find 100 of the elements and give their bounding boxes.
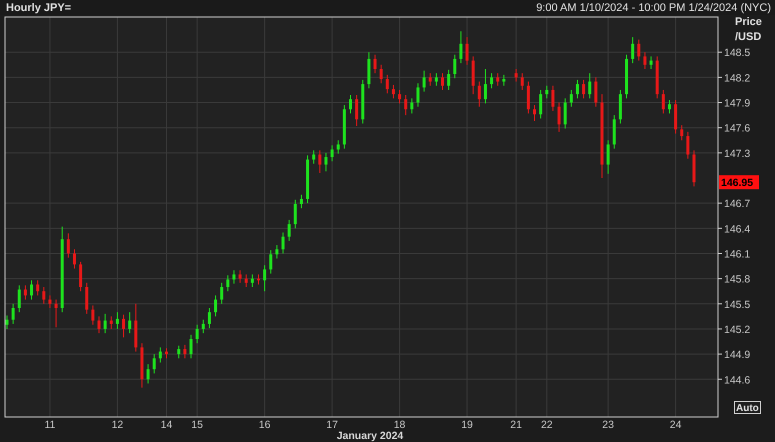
candlestick (618, 89, 622, 124)
candlestick (164, 348, 168, 359)
candlestick (72, 248, 76, 270)
candlestick (558, 102, 561, 132)
candlestick (275, 244, 278, 259)
candlestick (158, 346, 162, 363)
x-axis-label: January 2024 (336, 430, 404, 442)
candlestick (208, 307, 211, 329)
candlestick (582, 79, 586, 99)
candlestick (459, 30, 462, 64)
candlestick (263, 264, 266, 292)
candlestick (612, 114, 616, 150)
candlestick (318, 150, 322, 174)
candlestick (342, 104, 346, 150)
candlestick (48, 294, 52, 308)
candlestick (380, 64, 383, 84)
x-tick-label: 23 (602, 419, 614, 431)
candlestick (526, 81, 530, 114)
candlestick (502, 74, 506, 86)
candlestick (24, 284, 27, 300)
candlestick (324, 152, 328, 172)
candlestick (190, 334, 193, 359)
candlestick (539, 89, 542, 119)
candlestick (232, 270, 236, 284)
candlestick (110, 316, 113, 330)
candlestick (686, 131, 690, 160)
candlestick (428, 72, 432, 86)
candlestick (42, 286, 46, 304)
candlestick (134, 303, 138, 352)
x-tick-label: 22 (540, 419, 553, 431)
candlestick (514, 68, 518, 82)
candlestick (374, 54, 377, 74)
candlestick (330, 144, 334, 162)
candlestick (416, 82, 420, 108)
candlestick (282, 232, 285, 254)
candlestick (220, 282, 224, 304)
axis-title: Price (735, 16, 762, 28)
auto-button[interactable]: Auto (734, 401, 761, 414)
candlestick (490, 72, 494, 89)
candlestick (594, 76, 598, 108)
candlestick (116, 312, 119, 330)
candlestick (196, 324, 199, 344)
candlestick (146, 364, 150, 384)
chart-title: Hourly JPY= (6, 2, 72, 14)
date-range: 9:00 AM 1/10/2024 - 10:00 PM 1/24/2024 (NYC) (536, 2, 771, 14)
candlestick (361, 79, 364, 124)
candlestick (226, 274, 230, 292)
candlestick (367, 52, 370, 89)
candlestick (128, 312, 132, 334)
candlestick (472, 56, 475, 95)
candlestick (30, 280, 34, 300)
candlestick (434, 72, 438, 86)
candlestick (12, 303, 15, 324)
candlestick (466, 36, 469, 66)
candlestick (269, 250, 272, 274)
candlestick (300, 194, 303, 209)
candlestick (250, 274, 254, 288)
candlestick (152, 354, 156, 374)
x-tick-label: 24 (670, 419, 682, 431)
x-tick-label: 17 (326, 419, 338, 431)
candlestick (386, 74, 389, 94)
candlestick (6, 315, 8, 330)
candlestick (177, 345, 180, 359)
candlestick (631, 36, 634, 64)
candlestick (244, 274, 248, 288)
candlestick (294, 199, 297, 229)
candlestick (588, 72, 592, 99)
x-tick-label: 16 (258, 419, 270, 431)
y-tick-label: 147.6 (724, 122, 750, 135)
y-tick-label: 144.9 (724, 349, 750, 362)
candlestick (551, 85, 554, 112)
candlestick (545, 85, 548, 99)
candlestick (453, 54, 456, 79)
candlestick (140, 342, 144, 388)
candlestick (564, 98, 567, 130)
candlestick (668, 100, 671, 114)
y-tick-label: 146.4 (724, 223, 750, 236)
x-tick-label: 19 (461, 419, 473, 431)
candlestick (183, 344, 186, 359)
candlestick (66, 232, 70, 258)
candlestick (441, 72, 444, 90)
y-tick-label: 148.5 (724, 47, 750, 60)
candlestick (680, 124, 684, 141)
candlestick (520, 72, 524, 90)
candlestick (91, 304, 94, 326)
candlestick (54, 299, 58, 328)
candlestick (422, 70, 426, 92)
candlestick (202, 319, 205, 334)
x-tick-label: 12 (112, 419, 124, 431)
x-tick-label: 14 (160, 419, 172, 431)
candlestick (496, 72, 500, 86)
candlestick (238, 270, 242, 284)
x-tick-label: 15 (191, 419, 203, 431)
x-tick-label: 11 (44, 419, 56, 431)
candlestick (662, 89, 665, 114)
candlestick (214, 294, 218, 317)
candlestick (398, 89, 402, 104)
candlestick (692, 150, 696, 187)
last-price-tag: 146.95 (719, 175, 759, 190)
candlestick (404, 94, 408, 116)
